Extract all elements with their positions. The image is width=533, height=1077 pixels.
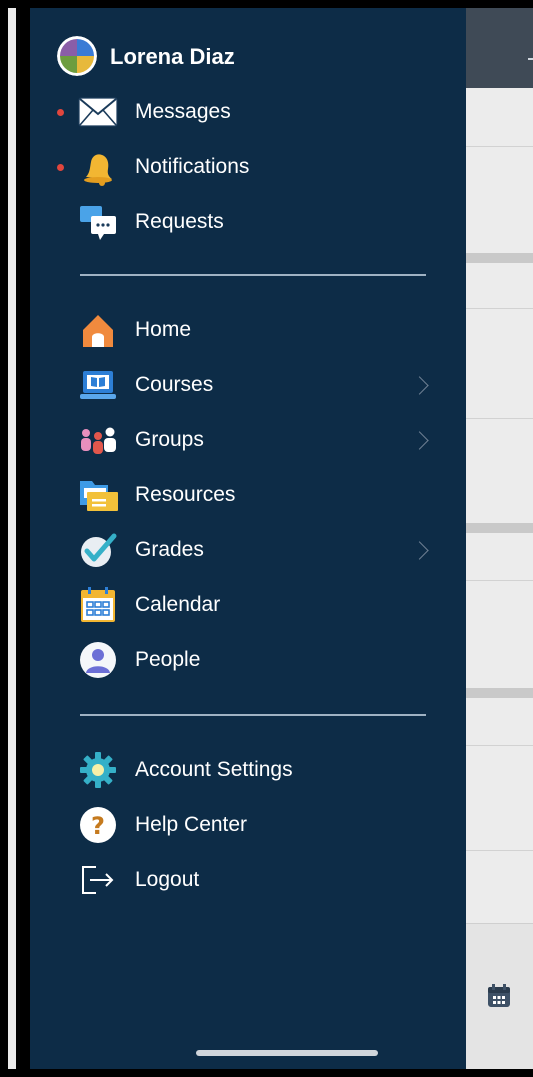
- profile-header[interactable]: Lorena Diaz: [30, 36, 466, 80]
- menu-item-people[interactable]: People: [30, 638, 466, 682]
- menu-label: Notifications: [135, 155, 250, 178]
- checkmark-icon: [78, 530, 118, 570]
- menu-item-calendar[interactable]: Calendar: [30, 583, 466, 627]
- menu-label: Logout: [135, 868, 200, 891]
- menu-label: Requests: [135, 210, 224, 233]
- menu-item-resources[interactable]: Resources: [30, 473, 466, 517]
- person-icon: [78, 640, 118, 680]
- menu-label: Messages: [135, 100, 231, 123]
- menu-label: Resources: [135, 483, 236, 506]
- menu-item-courses[interactable]: Courses: [30, 363, 466, 407]
- svg-text:?: ?: [91, 812, 105, 840]
- unread-dot: [57, 108, 64, 116]
- background-divider: [466, 146, 533, 147]
- chevron-right-icon: [410, 430, 429, 450]
- menu-item-help-center[interactable]: ? Help Center: [30, 803, 466, 847]
- menu-item-requests[interactable]: Requests: [30, 200, 466, 244]
- bell-icon: [78, 147, 118, 187]
- background-section-gap: [466, 688, 533, 698]
- chevron-right-icon: [410, 375, 429, 395]
- menu-label: Groups: [135, 428, 204, 451]
- menu-label: Account Settings: [135, 758, 293, 781]
- menu-label: Help Center: [135, 813, 248, 836]
- menu-label: Calendar: [135, 593, 221, 616]
- menu-item-messages[interactable]: Messages: [30, 90, 466, 134]
- menu-label: Grades: [135, 538, 204, 561]
- logout-icon: [78, 860, 118, 900]
- calendar-icon: [78, 585, 118, 625]
- background-divider: [466, 745, 533, 746]
- menu-item-notifications[interactable]: Notifications: [30, 145, 466, 189]
- side-drawer: Lorena Diaz Messages Notifications Reque…: [30, 8, 466, 1069]
- envelope-icon: [78, 92, 118, 132]
- menu-item-home[interactable]: Home: [30, 308, 466, 352]
- background-divider: [466, 308, 533, 309]
- courses-laptop-icon: [78, 365, 118, 405]
- menu-item-account-settings[interactable]: Account Settings: [30, 748, 466, 792]
- section-divider: [80, 714, 426, 716]
- gear-icon: [78, 750, 118, 790]
- device-frame: Lorena Diaz Messages Notifications Reque…: [0, 0, 533, 1077]
- menu-label: Courses: [135, 373, 214, 396]
- section-divider: [80, 274, 426, 276]
- background-section-gap: [466, 523, 533, 533]
- question-mark-icon: ?: [78, 805, 118, 845]
- menu-item-grades[interactable]: Grades: [30, 528, 466, 572]
- folder-icon: [78, 475, 118, 515]
- screen: Lorena Diaz Messages Notifications Reque…: [8, 8, 533, 1069]
- menu-label: Home: [135, 318, 192, 341]
- home-indicator[interactable]: [196, 1050, 378, 1056]
- calendar-tab-icon[interactable]: [486, 983, 512, 1009]
- background-divider: [466, 418, 533, 419]
- unread-dot: [57, 163, 64, 171]
- groups-people-icon: [78, 420, 118, 460]
- user-avatar[interactable]: [57, 36, 97, 76]
- user-name: Lorena Diaz: [110, 44, 235, 69]
- home-icon: [78, 310, 118, 350]
- drawer-edge: [16, 8, 30, 1069]
- background-section-gap: [466, 253, 533, 263]
- background-divider: [466, 850, 533, 851]
- chat-bubbles-icon: [78, 202, 118, 242]
- menu-label: People: [135, 648, 201, 671]
- menu-item-groups[interactable]: Groups: [30, 418, 466, 462]
- background-header-mark: [528, 58, 533, 60]
- menu-item-logout[interactable]: Logout: [30, 858, 466, 902]
- background-divider: [466, 580, 533, 581]
- background-header: [466, 8, 533, 88]
- chevron-right-icon: [410, 540, 429, 560]
